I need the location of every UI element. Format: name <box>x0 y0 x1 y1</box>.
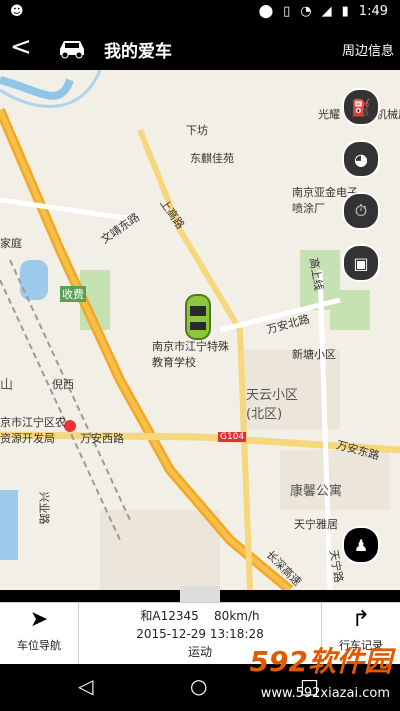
home-circle-icon[interactable]: ○ <box>190 674 207 698</box>
back-icon[interactable]: < <box>10 34 32 60</box>
map-label: 下坊 <box>186 124 208 137</box>
route-icon: ↱ <box>351 607 371 632</box>
speedometer-icon[interactable]: ◕ <box>342 140 380 178</box>
map-label: 万安西路 <box>80 432 124 445</box>
parking-navigation-label: 车位导航 <box>17 639 61 652</box>
map-label: 南京市江宁特殊教育学校 <box>152 340 229 369</box>
person-icon[interactable]: ♟ <box>342 526 380 564</box>
plate-number: 和A12345 <box>140 609 199 623</box>
map-label: G104 <box>218 432 247 442</box>
page-title: 我的爱车 <box>104 42 172 62</box>
drag-handle[interactable] <box>180 586 220 602</box>
android-icon: ☻ <box>10 4 24 19</box>
car-marker[interactable] <box>185 294 211 340</box>
map-canvas <box>0 70 400 590</box>
gas-station-icon[interactable]: ⛽ <box>342 88 380 126</box>
speed: 80km/h <box>214 609 260 623</box>
map-view[interactable]: 下坊 东麒佳苑 光耀 机械厂 南京亚金电子喷涂厂 文靖东路 上高路 家庭 收费 … <box>0 70 400 590</box>
status-bar: ☻ ⬤ ▯ ◔ ◢ ▮ 1:49 <box>0 0 400 25</box>
location-icon: ⬤ <box>258 4 274 19</box>
map-label: 东麒佳苑 <box>190 152 234 165</box>
nearby-info-button[interactable]: 周边信息 <box>342 40 394 59</box>
parking-icon[interactable]: ▣ <box>342 244 380 282</box>
clock: 1:49 <box>358 4 388 19</box>
signal-icon: ◢ <box>321 4 332 19</box>
map-label: 新塘小区 <box>292 348 336 361</box>
map-label: 收费 <box>60 286 86 302</box>
map-label: 兴业路 <box>37 491 51 525</box>
app-bar: < 我的爱车 周边信息 <box>0 25 400 70</box>
map-label: 家庭 <box>0 237 22 250</box>
map-label: 山 <box>0 378 14 393</box>
back-triangle-icon[interactable]: ◁ <box>78 674 93 698</box>
car-icon <box>60 41 84 59</box>
wifi-icon: ◔ <box>300 4 312 19</box>
watermark-logo: 592软件园 <box>249 645 392 678</box>
battery-icon: ▮ <box>341 4 349 19</box>
vibrate-icon: ▯ <box>283 4 291 19</box>
map-label: 天宁雅居 <box>294 518 338 531</box>
map-label: 京市江宁区农资源开发局 <box>0 416 66 445</box>
timer-icon[interactable]: ⏱ <box>342 192 380 230</box>
map-label: 康馨公寓 <box>290 484 343 499</box>
parking-navigation-button[interactable]: ➤ 车位导航 <box>0 603 79 665</box>
navigation-arrow-icon: ➤ <box>29 607 49 632</box>
map-label: 倪西 <box>52 378 74 391</box>
map-label: 光耀 <box>318 108 340 121</box>
watermark-url: www.592xiazai.com <box>260 686 390 701</box>
map-label: 天云小区(北区) <box>246 388 299 422</box>
